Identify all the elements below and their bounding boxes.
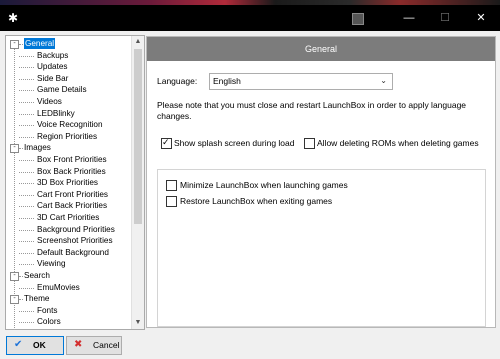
tree-item[interactable]: Fonts (37, 305, 57, 316)
scroll-down-arrow-icon[interactable]: ▼ (132, 317, 144, 329)
settings-panel: General Language: English ⌄ Please note … (146, 36, 496, 328)
allow-delete-roms-checkbox[interactable] (304, 138, 315, 149)
cancel-label: Cancel (93, 340, 120, 350)
tree-connector (19, 206, 34, 208)
language-select[interactable]: English ⌄ (209, 73, 393, 90)
panel-title: General (147, 37, 495, 61)
ok-button[interactable]: ✔ OK (6, 336, 64, 355)
tree-item[interactable]: 3D Box Priorities (37, 177, 98, 188)
cancel-icon: ✖ (74, 339, 83, 350)
cancel-button[interactable]: ✖ Cancel (66, 336, 122, 355)
minimize-launchbox-checkbox[interactable] (166, 180, 177, 191)
tree-connector (19, 299, 23, 301)
tree-connector (19, 241, 34, 243)
splash-screen-checkbox[interactable] (161, 137, 172, 149)
check-icon: ✔ (14, 339, 23, 350)
tree-guide-line (14, 46, 15, 329)
tree-category[interactable]: General (24, 38, 56, 49)
tree-item[interactable]: Box Front Priorities (37, 154, 107, 165)
tree-connector (19, 218, 34, 219)
tree-connector (19, 113, 34, 115)
tree-item[interactable]: Background Priorities (37, 224, 115, 235)
tree-item[interactable]: Cart Front Priorities (37, 189, 108, 200)
tree-connector (19, 310, 34, 312)
tree-connector (19, 136, 34, 138)
tree-item[interactable]: Default Background (37, 247, 109, 258)
close-button[interactable]: ✕ (464, 5, 498, 31)
tree-category[interactable]: Search (24, 270, 50, 281)
restore-launchbox-label[interactable]: Restore LaunchBox when exiting games (180, 196, 332, 206)
language-value: English (213, 76, 241, 86)
tree-toggle-icon[interactable]: - (10, 295, 19, 305)
language-label: Language: (157, 76, 198, 86)
tree-item[interactable]: Viewing (37, 258, 66, 269)
launch-options-group: Minimize LaunchBox when launching games … (157, 169, 486, 327)
tree-item[interactable]: Cart Back Priorities (37, 200, 107, 211)
tree-category[interactable]: Images (24, 142, 51, 153)
tree-item[interactable]: Game Details (37, 84, 87, 95)
tree-item[interactable]: Updates (37, 61, 68, 72)
tree-connector (19, 252, 34, 254)
tree-item[interactable]: Side Bar (37, 73, 68, 84)
tree-item[interactable]: Backups (37, 50, 68, 61)
minimize-launchbox-label[interactable]: Minimize LaunchBox when launching games (180, 180, 348, 190)
tree-category[interactable]: Theme (24, 293, 49, 304)
tree-connector (19, 183, 34, 185)
maximize-button[interactable]: ☐ (428, 5, 462, 31)
splash-screen-label[interactable]: Show splash screen during load (174, 138, 295, 148)
tree-toggle-icon[interactable]: - (10, 144, 19, 154)
tree-connector (19, 125, 34, 127)
allow-delete-roms-label[interactable]: Allow deleting ROMs when deleting games (317, 138, 479, 148)
tree-connector (19, 160, 34, 161)
tree-connector (19, 78, 34, 80)
options-tree[interactable]: ▲ ▼ - General Backups Updates Side Bar Game D… (5, 35, 145, 330)
tree-connector (19, 276, 23, 277)
tree-connector (19, 171, 34, 173)
tree-item[interactable]: Voice Recognition (37, 119, 103, 130)
chevron-down-icon: ⌄ (380, 76, 387, 85)
tree-item[interactable]: LEDBlinky (37, 108, 75, 119)
tree-item[interactable]: EmuMovies (37, 282, 80, 293)
title-bar: ✱ — ☐ ✕ (0, 5, 500, 31)
ok-label: OK (33, 340, 46, 350)
tree-connector (19, 322, 34, 324)
taskbar-overlay-icon (352, 13, 364, 25)
tree-item[interactable]: Box Back Priorities (37, 166, 106, 177)
scroll-up-arrow-icon[interactable]: ▲ (132, 36, 144, 48)
tree-connector (19, 229, 34, 231)
tree-item[interactable]: Region Priorities (37, 131, 97, 142)
tree-item[interactable]: Colors (37, 316, 61, 327)
tree-item[interactable]: Screenshot Priorities (37, 235, 113, 246)
tree-toggle-icon[interactable]: - (10, 40, 19, 49)
tree-connector (19, 148, 23, 150)
tree-connector (19, 287, 34, 289)
tree-connector (19, 67, 34, 69)
language-note: Please note that you must close and rest… (157, 100, 467, 121)
gear-icon: ✱ (7, 11, 19, 25)
tree-item[interactable]: 3D Cart Priorities (37, 212, 99, 223)
restore-launchbox-checkbox[interactable] (166, 196, 177, 207)
scrollbar-thumb[interactable] (134, 49, 142, 224)
tree-connector (19, 264, 34, 266)
tree-item[interactable]: Videos (37, 96, 62, 107)
tree-connector (19, 194, 34, 196)
tree-connector (19, 102, 34, 103)
tree-connector (19, 44, 23, 45)
tree-scrollbar[interactable]: ▲ ▼ (131, 36, 144, 329)
tree-connector (19, 90, 34, 92)
minimize-button[interactable]: — (392, 5, 426, 31)
tree-toggle-icon[interactable]: - (10, 272, 19, 281)
tree-connector (19, 55, 34, 57)
